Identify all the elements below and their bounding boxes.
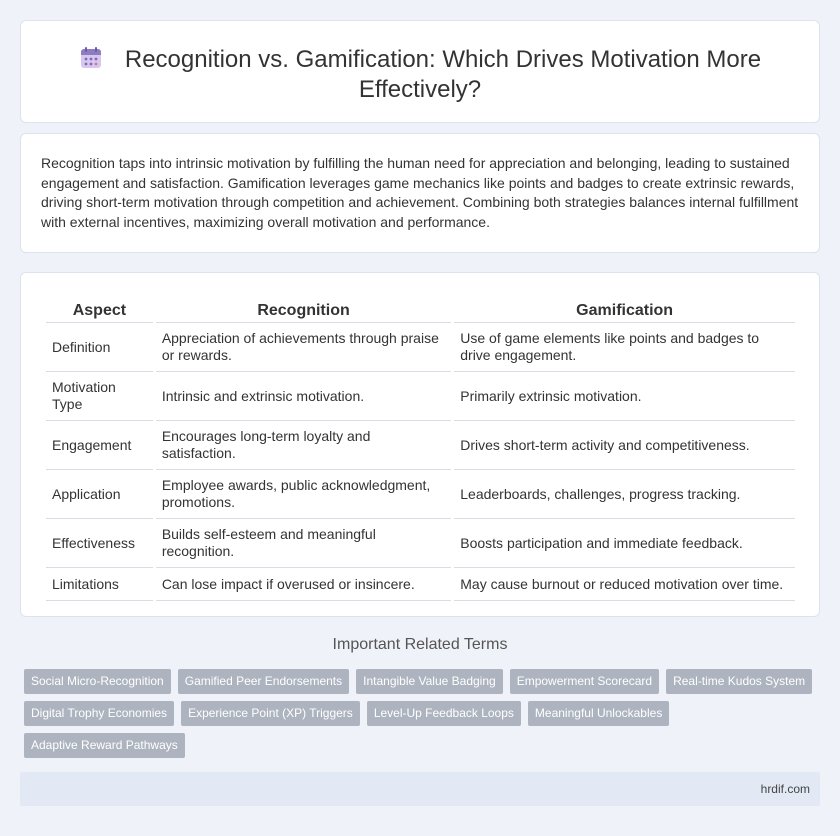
- related-term-tag[interactable]: Social Micro-Recognition: [24, 669, 171, 694]
- row-gamification: Drives short-term activity and competiti…: [454, 421, 795, 470]
- row-gamification: May cause burnout or reduced motivation …: [454, 568, 795, 601]
- summary-text: Recognition taps into intrinsic motivati…: [41, 155, 799, 230]
- table-header-row: Aspect Recognition Gamification: [46, 295, 795, 323]
- table-row: Limitations Can lose impact if overused …: [46, 568, 795, 601]
- row-gamification: Primarily extrinsic motivation.: [454, 372, 795, 421]
- row-recognition: Encourages long-term loyalty and satisfa…: [155, 421, 452, 470]
- row-aspect: Engagement: [46, 421, 153, 470]
- related-term-tag[interactable]: Meaningful Unlockables: [527, 701, 670, 726]
- header-aspect: Aspect: [46, 295, 153, 323]
- related-terms-heading: Important Related Terms: [332, 636, 508, 653]
- related-term-tag[interactable]: Digital Trophy Economies: [24, 701, 175, 726]
- related-term-tag[interactable]: Level-Up Feedback Loops: [366, 701, 521, 726]
- page-title: Recognition vs. Gamification: Which Driv…: [124, 46, 762, 103]
- header-recognition: Recognition: [155, 295, 452, 323]
- comparison-table-card: Aspect Recognition Gamification Definiti…: [20, 272, 820, 617]
- related-terms-list: Social Micro-Recognition Gamified Peer E…: [24, 669, 824, 758]
- row-gamification: Use of game elements like points and bad…: [454, 323, 795, 372]
- table-row: Definition Appreciation of achievements …: [46, 323, 795, 372]
- row-aspect: Definition: [46, 323, 153, 372]
- related-term-tag[interactable]: Experience Point (XP) Triggers: [181, 701, 360, 726]
- row-recognition: Can lose impact if overused or insincere…: [155, 568, 452, 601]
- related-term-tag[interactable]: Intangible Value Badging: [356, 669, 503, 694]
- row-recognition: Appreciation of achievements through pra…: [155, 323, 452, 372]
- row-aspect: Effectiveness: [46, 519, 153, 568]
- row-gamification: Leaderboards, challenges, progress track…: [454, 470, 795, 519]
- comparison-table: Aspect Recognition Gamification Definiti…: [43, 295, 798, 601]
- row-aspect: Limitations: [46, 568, 153, 601]
- related-term-tag[interactable]: Empowerment Scorecard: [509, 669, 660, 694]
- table-row: Motivation Type Intrinsic and extrinsic …: [46, 372, 795, 421]
- related-term-tag[interactable]: Adaptive Reward Pathways: [24, 733, 185, 758]
- table-row: Engagement Encourages long-term loyalty …: [46, 421, 795, 470]
- footer-site-link[interactable]: hrdif.com: [761, 782, 810, 796]
- row-recognition: Intrinsic and extrinsic motivation.: [155, 372, 452, 421]
- table-row: Application Employee awards, public ackn…: [46, 470, 795, 519]
- table-row: Effectiveness Builds self-esteem and mea…: [46, 519, 795, 568]
- row-aspect: Motivation Type: [46, 372, 153, 421]
- calendar-icon: [80, 47, 101, 68]
- related-term-tag[interactable]: Gamified Peer Endorsements: [177, 669, 350, 694]
- row-aspect: Application: [46, 470, 153, 519]
- row-recognition: Employee awards, public acknowledgment, …: [155, 470, 452, 519]
- row-gamification: Boosts participation and immediate feedb…: [454, 519, 795, 568]
- row-recognition: Builds self-esteem and meaningful recogn…: [155, 519, 452, 568]
- title-card: Recognition vs. Gamification: Which Driv…: [20, 20, 820, 123]
- header-gamification: Gamification: [454, 295, 795, 323]
- summary-card: Recognition taps into intrinsic motivati…: [20, 133, 820, 253]
- footer: hrdif.com: [20, 772, 820, 806]
- related-term-tag[interactable]: Real-time Kudos System: [666, 669, 813, 694]
